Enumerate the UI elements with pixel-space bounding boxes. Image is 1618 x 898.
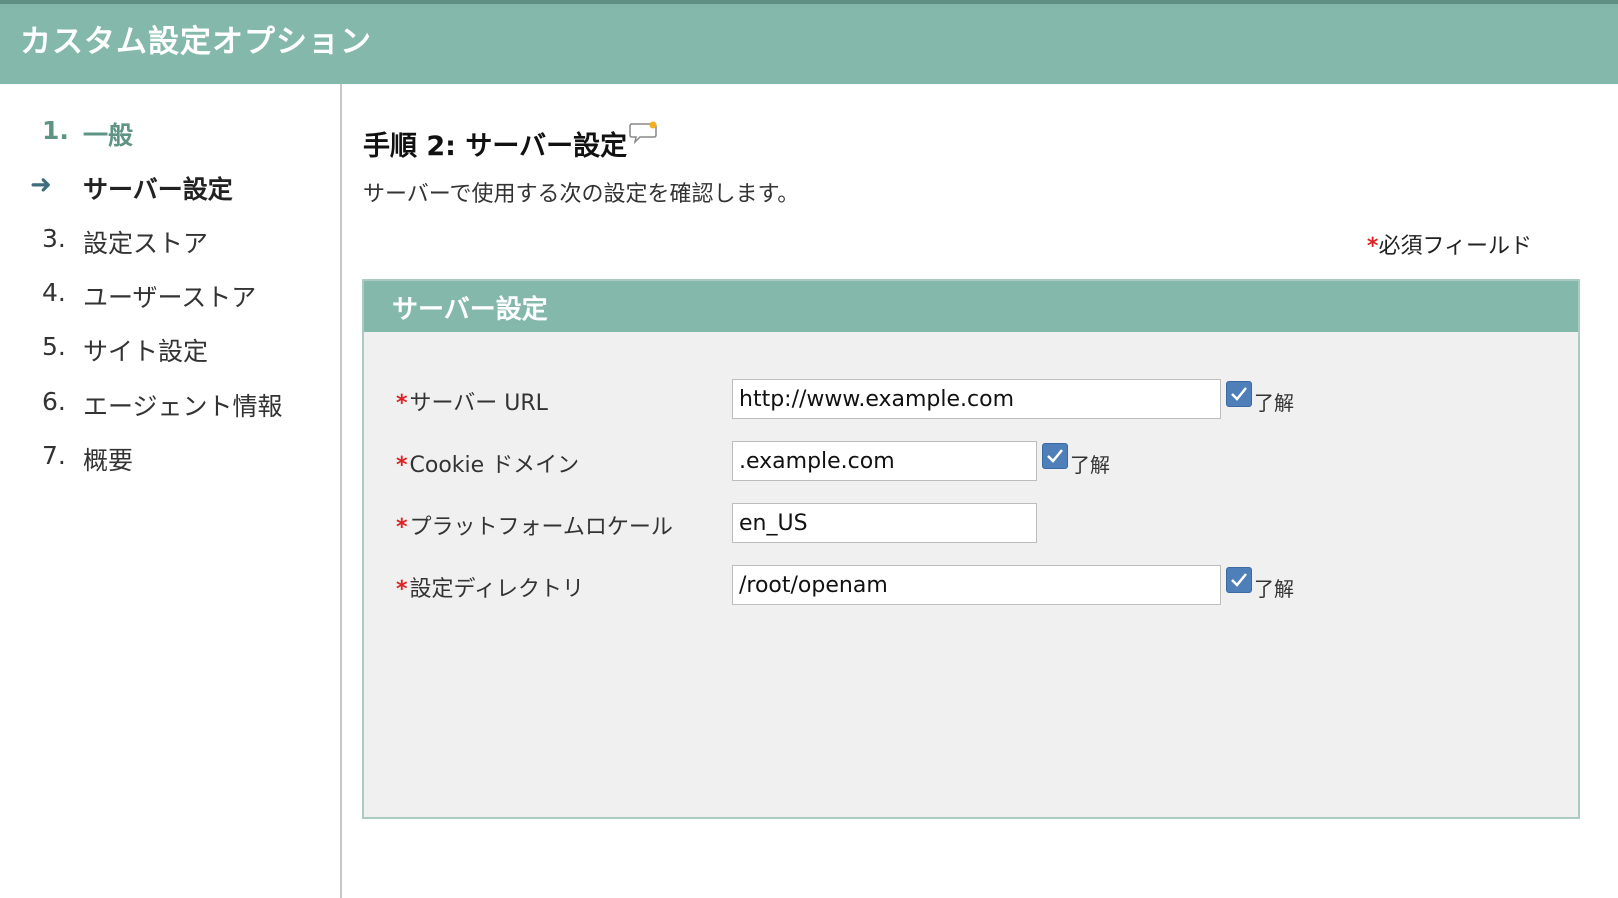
config-directory-checkbox[interactable]: [1226, 567, 1252, 593]
required-note: *必須フィールド: [1367, 228, 1532, 260]
steps-sidebar: 1. 一般 ➜ サーバー設定 3. 設定ストア 4. ユーザーストア 5. サイ…: [0, 84, 342, 898]
step-description: サーバーで使用する次の設定を確認します。: [363, 182, 800, 207]
wizard-title: カスタム設定オプション: [20, 24, 372, 60]
field-label: *設定ディレクトリ: [396, 571, 584, 603]
required-star: *: [1366, 234, 1379, 259]
step-number: 6.: [42, 387, 66, 416]
cookie-domain-input[interactable]: [732, 441, 1037, 481]
required-star: *: [396, 515, 408, 540]
step-label: サイト設定: [83, 337, 209, 366]
platform-locale-input[interactable]: [732, 503, 1037, 543]
step-title: 手順 2: サーバー設定: [363, 131, 628, 162]
field-label-text: Cookie ドメイン: [409, 453, 580, 478]
field-row-cookie-domain: *Cookie ドメイン 了解: [364, 441, 1578, 483]
step-label: 一般: [83, 121, 134, 150]
field-row-platform-locale: *プラットフォームロケール: [364, 503, 1578, 545]
step-number: 5.: [42, 332, 66, 361]
wizard-header: カスタム設定オプション: [0, 4, 1618, 84]
cookie-domain-checkbox[interactable]: [1042, 443, 1068, 469]
field-label: *サーバー URL: [396, 385, 548, 417]
panel-title: サーバー設定: [392, 295, 548, 325]
main-content: 手順 2: サーバー設定 サーバーで使用する次の設定を確認します。 *必須フィー…: [342, 84, 1618, 898]
field-label-text: サーバー URL: [409, 391, 548, 416]
required-star: *: [396, 453, 408, 478]
step-label: サーバー設定: [83, 175, 233, 204]
step-number: 3.: [42, 224, 66, 253]
checkmark-icon: [1231, 387, 1247, 401]
required-note-text: 必須フィールド: [1378, 234, 1532, 259]
field-row-server-url: *サーバー URL 了解: [364, 379, 1578, 421]
server-url-checkbox[interactable]: [1226, 381, 1252, 407]
ack-label: 了解: [1254, 577, 1294, 601]
speech-bubble-icon[interactable]: [628, 120, 658, 146]
step-label: 設定ストア: [83, 229, 209, 258]
required-star: *: [396, 577, 408, 602]
server-settings-panel: サーバー設定 *サーバー URL 了解 *Cookie ドメイン 了解 *プラッ…: [362, 279, 1580, 819]
ack-label: 了解: [1254, 391, 1294, 415]
step-number: 7.: [42, 441, 66, 470]
field-label: *Cookie ドメイン: [396, 447, 579, 479]
checkmark-icon: [1231, 573, 1247, 587]
step-label: 概要: [83, 446, 134, 475]
server-url-input[interactable]: [732, 379, 1221, 419]
step-label: エージェント情報: [83, 392, 283, 421]
field-label: *プラットフォームロケール: [396, 509, 673, 541]
config-directory-input[interactable]: [732, 565, 1221, 605]
field-label-text: 設定ディレクトリ: [409, 577, 584, 602]
step-label: ユーザーストア: [83, 283, 257, 312]
required-star: *: [396, 391, 408, 416]
checkmark-icon: [1047, 449, 1063, 463]
field-label-text: プラットフォームロケール: [409, 515, 673, 540]
step-number: 4.: [42, 278, 66, 307]
arrow-right-icon: ➜: [30, 170, 52, 200]
ack-label: 了解: [1070, 453, 1110, 477]
step-number: 1.: [42, 116, 69, 145]
panel-header: サーバー設定: [364, 281, 1578, 332]
field-row-config-directory: *設定ディレクトリ 了解: [364, 565, 1578, 607]
